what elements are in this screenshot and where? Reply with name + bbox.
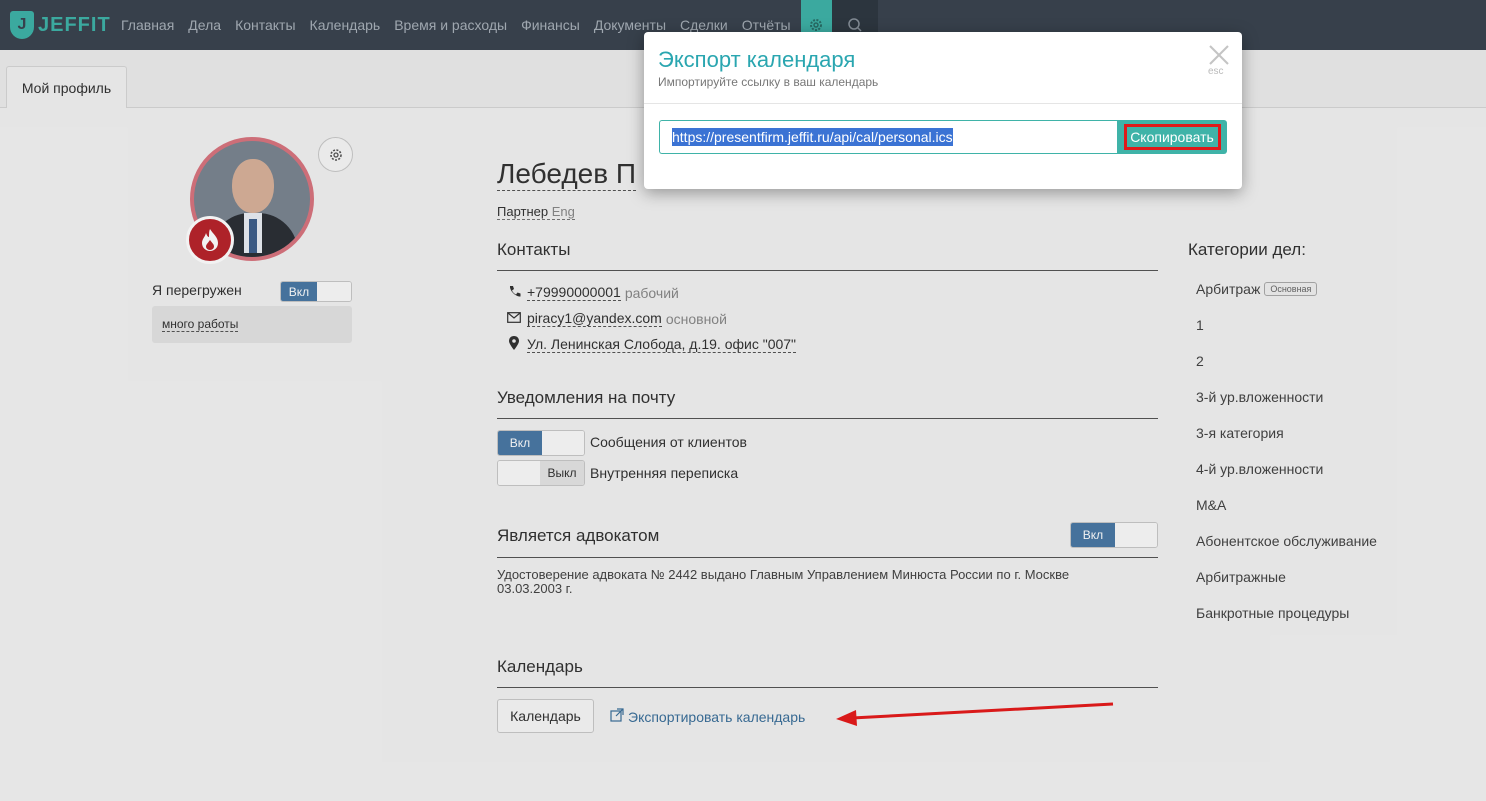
calendar-url-value: https://presentfirm.jeffit.ru/api/cal/pe… (672, 128, 953, 146)
modal-divider (644, 103, 1242, 104)
copy-button-wrap: Скопировать (1117, 120, 1227, 154)
modal-title: Экспорт календаря (658, 47, 856, 72)
copy-button[interactable]: Скопировать (1123, 124, 1221, 150)
modal-esc-hint: esc (1208, 66, 1224, 77)
export-calendar-modal: Экспорт календаря Импортируйте ссылку в … (644, 32, 1242, 189)
modal-subtitle: Импортируйте ссылку в ваш календарь (658, 75, 879, 89)
calendar-url-input[interactable]: https://presentfirm.jeffit.ru/api/cal/pe… (659, 120, 1118, 154)
close-icon[interactable] (1208, 44, 1230, 66)
